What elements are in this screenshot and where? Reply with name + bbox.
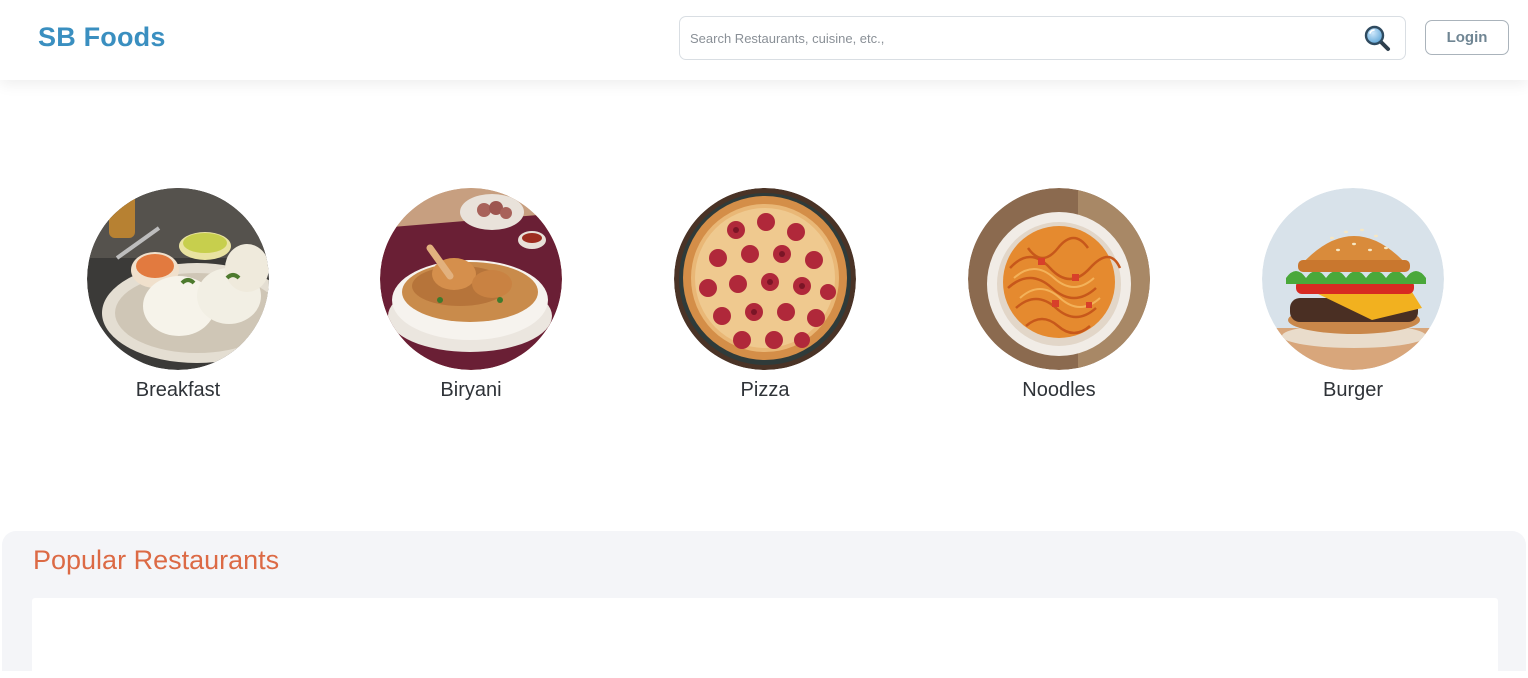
category-pizza[interactable]: Pizza [674, 188, 856, 402]
category-breakfast[interactable]: Breakfast [87, 188, 269, 402]
restaurant-list-panel [32, 598, 1498, 678]
pizza-image [674, 188, 856, 370]
magnifier-icon [1364, 25, 1390, 51]
category-carousel: Breakfast Biryani Pizza Noodles Burger [0, 188, 1528, 418]
category-label: Noodles [1022, 379, 1096, 401]
search-bar [679, 16, 1406, 60]
search-button[interactable] [1357, 18, 1397, 58]
category-label: Pizza [740, 379, 790, 401]
search-input[interactable] [680, 17, 1357, 59]
breakfast-idli-image [87, 188, 269, 370]
category-label: Burger [1322, 379, 1384, 401]
popular-restaurants-section: Popular Restaurants [2, 531, 1526, 678]
noodles-image [968, 188, 1150, 370]
category-biryani[interactable]: Biryani [380, 188, 562, 402]
biryani-image [380, 188, 562, 370]
login-button[interactable]: Login [1425, 20, 1509, 55]
category-burger[interactable]: Burger [1262, 188, 1444, 402]
brand-logo[interactable]: SB Foods [38, 22, 166, 53]
category-label: Biryani [440, 379, 502, 401]
section-heading: Popular Restaurants [33, 545, 280, 575]
category-label: Breakfast [135, 379, 221, 401]
navbar: SB Foods Login [0, 0, 1528, 80]
category-noodles[interactable]: Noodles [968, 188, 1150, 402]
burger-image [1262, 188, 1444, 370]
